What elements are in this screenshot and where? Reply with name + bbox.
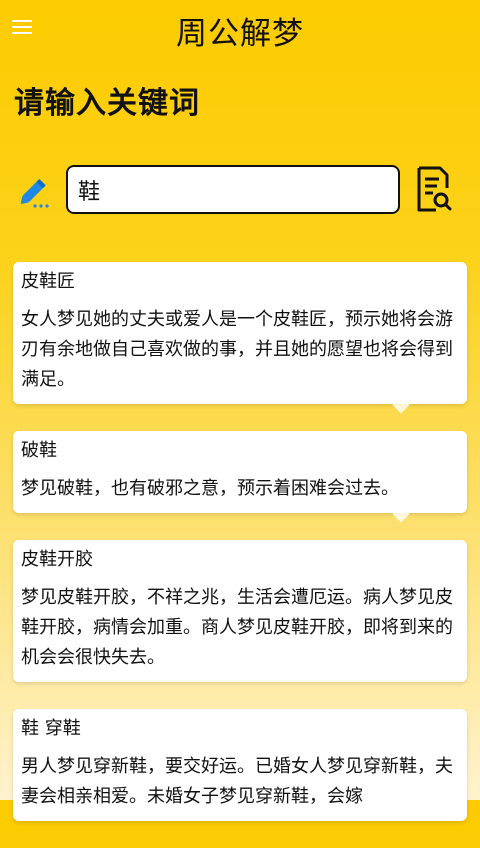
result-title: 破鞋: [21, 440, 57, 461]
result-card[interactable]: 皮鞋匠 女人梦见她的丈夫或爱人是一个皮鞋匠，预示她将会游刃有余地做自己喜欢做的事…: [13, 262, 467, 414]
card-tail-decoration: [392, 396, 410, 414]
result-description: 男人梦见穿新鞋，要交好运。已婚女人梦见穿新鞋，夫妻会相亲相爱。未婚女子梦见穿新鞋…: [21, 756, 453, 807]
app-bar: 周公解梦: [0, 0, 480, 60]
result-description: 女人梦见她的丈夫或爱人是一个皮鞋匠，预示她将会游刃有余地做自己喜欢做的事，并且她…: [21, 309, 453, 390]
card-tail-decoration: [392, 505, 410, 523]
search-input[interactable]: [76, 167, 390, 212]
result-title: 皮鞋匠: [21, 271, 75, 292]
result-card[interactable]: 皮鞋开胶 梦见皮鞋开胶，不祥之兆，生活会遭厄运。病人梦见皮鞋开胶，病情会加重。商…: [13, 540, 467, 682]
result-list: 皮鞋匠 女人梦见她的丈夫或爱人是一个皮鞋匠，预示她将会游刃有余地做自己喜欢做的事…: [13, 262, 467, 848]
result-description: 梦见破鞋，也有破邪之意，预示着困难会过去。: [21, 478, 399, 499]
result-card[interactable]: 破鞋 梦见破鞋，也有破邪之意，预示着困难会过去。: [13, 431, 467, 523]
pencil-icon: [20, 178, 49, 208]
result-title: 皮鞋开胶: [21, 549, 93, 570]
app-title: 周公解梦: [176, 16, 304, 52]
search-field[interactable]: [66, 165, 400, 214]
result-title: 鞋 穿鞋: [21, 718, 81, 739]
result-description: 梦见皮鞋开胶，不祥之兆，生活会遭厄运。病人梦见皮鞋开胶，病情会加重。商人梦见皮鞋…: [21, 587, 453, 668]
result-card[interactable]: 鞋 穿鞋 男人梦见穿新鞋，要交好运。已婚女人梦见穿新鞋，夫妻会相亲相爱。未婚女子…: [13, 709, 467, 821]
search-prompt-heading: 请输入关键词: [14, 86, 200, 121]
document-search-icon[interactable]: [414, 164, 454, 216]
